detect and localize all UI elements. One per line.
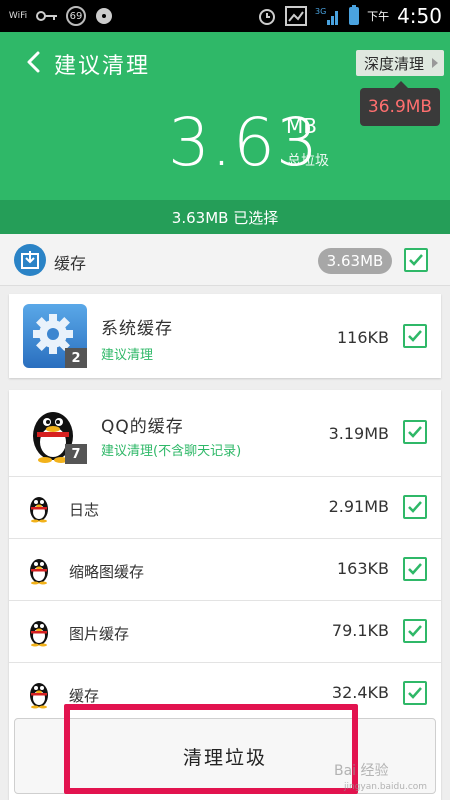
clock-time: 4:50 <box>397 4 442 28</box>
sub-item-checkbox[interactable] <box>403 495 427 519</box>
sub-item-label: 图片缓存 <box>69 625 130 643</box>
page-title: 建议清理 <box>54 54 151 79</box>
category-size-badge: 3.63MB <box>318 248 392 274</box>
sub-item-size: 79.1KB <box>331 621 389 640</box>
item-subtitle: 建议清理 <box>101 348 154 363</box>
key-icon <box>36 10 58 22</box>
total-junk-label: 总垃圾 <box>287 153 329 169</box>
item-count-badge: 7 <box>65 444 87 464</box>
item-title: QQ的缓存 <box>101 417 184 437</box>
sub-item-label: 日志 <box>69 501 100 519</box>
category-checkbox[interactable] <box>404 248 428 272</box>
selected-summary: 3.63MB 已选择 <box>0 200 450 234</box>
qq-penguin-icon <box>25 493 53 523</box>
category-row-cache[interactable]: 缓存 3.63MB <box>0 234 450 286</box>
sub-item-checkbox[interactable] <box>403 681 427 705</box>
qq-penguin-icon: 7 <box>23 400 87 464</box>
watermark-logo: Bai 经验 <box>334 763 389 779</box>
gear-icon: 2 <box>23 304 87 368</box>
item-subtitle: 建议清理(不含聊天记录) <box>101 444 242 459</box>
sub-item-size: 2.91MB <box>328 497 389 516</box>
time-ampm: 下午 <box>367 10 390 23</box>
sub-item-label: 缩略图缓存 <box>69 563 145 581</box>
deep-clean-button[interactable]: 深度清理 <box>355 50 444 76</box>
toolbar: 建议清理 深度清理 <box>0 32 450 94</box>
item-checkbox[interactable] <box>403 324 427 348</box>
total-junk-unit: MB <box>286 114 317 138</box>
notification-badge-icon: 69 <box>66 6 86 26</box>
qq-penguin-icon <box>25 555 53 585</box>
item-title: 系统缓存 <box>101 319 173 339</box>
sub-item-size: 163KB <box>336 559 389 578</box>
battery-icon <box>349 5 360 25</box>
list-item-system-cache[interactable]: 2 系统缓存 建议清理 116KB <box>9 294 441 378</box>
summary-header: 建议清理 深度清理 36.9MB 3.63 MB 总垃圾 3.63MB 已选择 <box>0 32 450 234</box>
wifi-icon: WiFi <box>8 10 28 21</box>
item-size: 3.19MB <box>328 424 389 443</box>
status-bar: WiFi 69 3G 下午 4:50 <box>0 0 450 32</box>
sub-item-log[interactable]: 日志 2.91MB <box>9 476 441 538</box>
sub-item-size: 32.4KB <box>331 683 389 702</box>
sub-item-thumbnail-cache[interactable]: 缩略图缓存 163KB <box>9 538 441 600</box>
chevron-right-icon <box>432 58 438 68</box>
signal-icon: 3G <box>315 6 341 26</box>
screenshot-icon <box>285 6 308 26</box>
disc-icon <box>94 6 114 26</box>
category-label: 缓存 <box>54 254 87 273</box>
deep-clean-label: 深度清理 <box>363 54 424 73</box>
svg-text:3G: 3G <box>315 7 326 16</box>
sub-item-checkbox[interactable] <box>403 557 427 581</box>
alarm-icon <box>257 6 277 26</box>
sub-item-image-cache[interactable]: 图片缓存 79.1KB <box>9 600 441 662</box>
watermark-url: jingyan.baidu.com <box>344 782 428 792</box>
qq-penguin-icon <box>25 617 53 647</box>
item-size: 116KB <box>336 328 389 347</box>
sub-item-checkbox[interactable] <box>403 619 427 643</box>
back-arrow-icon[interactable] <box>22 50 46 74</box>
deep-clean-size-tooltip: 36.9MB <box>360 81 440 126</box>
qq-penguin-icon <box>25 679 53 709</box>
download-box-icon <box>14 244 46 276</box>
item-checkbox[interactable] <box>403 420 427 444</box>
item-count-badge: 2 <box>65 348 87 368</box>
sub-item-label: 缓存 <box>69 687 100 705</box>
